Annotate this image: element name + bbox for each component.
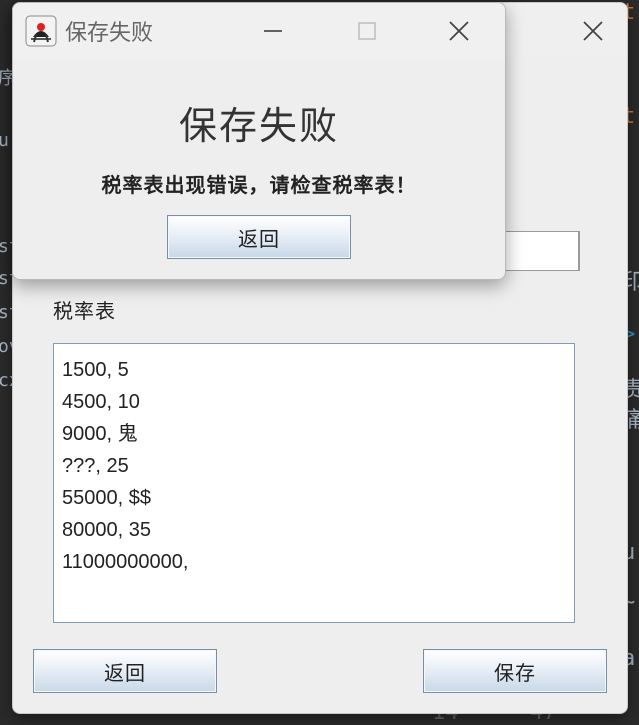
close-icon[interactable] — [445, 17, 473, 45]
dialog-titlebar[interactable]: 保存失败 — [13, 3, 505, 59]
dialog-title: 保存失败 — [65, 21, 154, 46]
tax-table-line: 9000, 鬼 — [62, 423, 138, 445]
dialog-heading: 保存失败 — [178, 104, 339, 148]
tax-table-line: 80000, 35 — [62, 519, 151, 541]
tax-table-line: 4500, 10 — [62, 391, 140, 413]
tax-table-line: 1500, 5 — [62, 359, 129, 381]
close-icon[interactable] — [579, 17, 607, 45]
tax-table-label: 税率表 — [53, 299, 116, 323]
tax-table-line: 55000, $$ — [62, 487, 151, 509]
error-message: 税率表出现错误，请检查税率表！ — [101, 173, 417, 197]
text-field[interactable] — [493, 231, 580, 271]
save-failed-dialog: 保存失败 保存失败 税率表出现错误，请检查税率表！ 返回 — [12, 2, 506, 280]
dialog-back-button[interactable]: 返回 — [167, 215, 351, 259]
tax-table-line: ???, 25 — [62, 455, 129, 477]
maximize-icon — [353, 17, 381, 45]
bg-left-fragment: u — [0, 130, 9, 151]
java-app-icon — [25, 15, 57, 47]
back-button[interactable]: 返回 — [33, 649, 217, 693]
save-button[interactable]: 保存 — [423, 649, 607, 693]
tax-table-textarea[interactable]: 1500, 5 4500, 10 9000, 鬼 ???, 25 55000, … — [53, 343, 575, 623]
tax-table-line: 11000000000, — [62, 551, 189, 573]
minimize-icon[interactable] — [259, 17, 287, 45]
